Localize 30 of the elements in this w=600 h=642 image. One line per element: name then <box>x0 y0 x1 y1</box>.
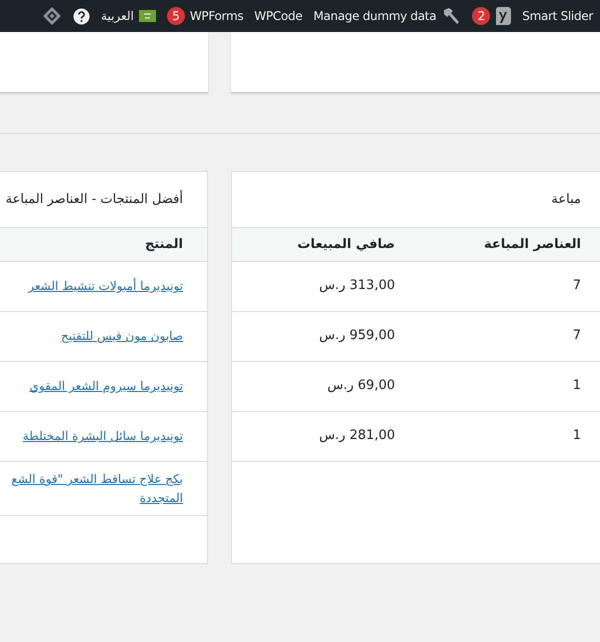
product-link[interactable]: تونيديرما أمبولات تنشيط الشعر <box>28 277 183 296</box>
menu-item[interactable]: Smart Slider <box>522 9 593 23</box>
table-cell-text: 313,00 ر.س <box>319 277 395 296</box>
table-cell-text: 7 <box>572 277 581 296</box>
table-cell-text: 281,00 ر.س <box>319 427 395 446</box>
product-link[interactable]: صابون مون فيس للتفتيح <box>60 327 183 346</box>
product-link[interactable]: تونيديرما سائل البشرة المختلطة <box>22 427 183 446</box>
help-icon[interactable] <box>73 8 90 24</box>
diamond-logo-icon[interactable] <box>42 6 62 26</box>
panel-title: أفضل المنتجات - العناصر المباعة <box>6 192 183 207</box>
menu-item[interactable]: WPCode <box>254 9 302 23</box>
column-header: المنتج <box>144 237 183 252</box>
menu-item[interactable]: Manage dummy data <box>313 9 436 23</box>
flag-icon <box>138 10 156 22</box>
product-link[interactable]: تونيديرما سيروم الشعر المقوي <box>29 377 183 396</box>
y-logo-icon[interactable] <box>495 6 512 26</box>
panel-title: مباعة <box>551 192 581 207</box>
table-cell-text: 1 <box>572 377 581 396</box>
column-header: صافي المبيعات <box>297 237 395 252</box>
table-cell-text: 959,00 ر.س <box>319 327 395 346</box>
product-link[interactable]: بكج علاج تساقط الشعر "قوة الشع المتجددة <box>11 470 183 508</box>
menu-item[interactable]: WPForms <box>190 9 244 23</box>
count-badge: 2 <box>472 7 490 25</box>
language-item[interactable]: العربية <box>101 9 134 23</box>
hammer-icon[interactable] <box>441 7 462 25</box>
table-cell-text: 1 <box>572 427 581 446</box>
table-cell-text: 7 <box>572 327 581 346</box>
count-badge: 5 <box>166 7 185 25</box>
column-header: العناصر المباعة <box>484 237 581 252</box>
table-cell-text: 69,00 ر.س <box>327 377 395 396</box>
